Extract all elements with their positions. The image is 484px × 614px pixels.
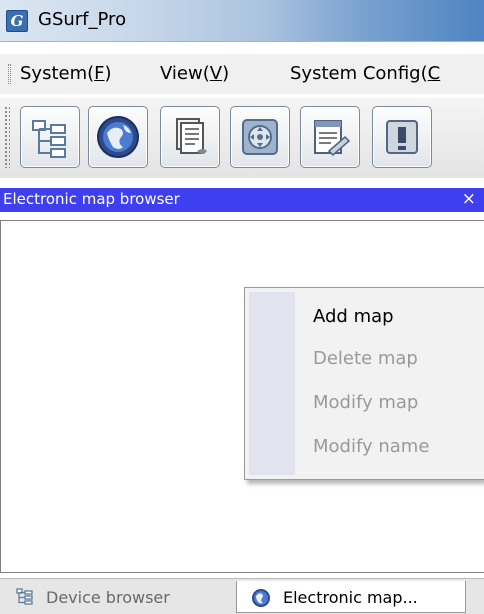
notepad-edit-icon (314, 120, 351, 157)
menu-view[interactable]: View(V) (160, 63, 229, 84)
ptz-control-icon (242, 119, 278, 155)
context-menu-icon-gutter (249, 292, 295, 475)
menu-system-suffix: ) (104, 63, 112, 84)
device-tree-icon (32, 120, 66, 158)
menu-system-config-label: System Config( (290, 63, 428, 84)
alarm-icon (386, 120, 418, 154)
delete-map-menu-item: Delete map (313, 348, 418, 369)
device-list-icon (176, 118, 207, 154)
menu-view-mnemonic: V (209, 63, 223, 84)
tab-electronic-map-label: Electronic map... (283, 588, 418, 607)
title-bar: G GSurf_Pro (0, 0, 484, 42)
menu-view-suffix: ) (222, 63, 230, 84)
add-map-menu-item[interactable]: Add map (313, 306, 394, 327)
tab-device-browser[interactable]: Device browser (6, 581, 234, 613)
globe-icon (252, 589, 270, 607)
panel-header: Electronic map browser × (0, 188, 484, 212)
notepad-edit-button[interactable] (300, 106, 360, 168)
tab-device-browser-label: Device browser (46, 588, 170, 607)
globe-button[interactable] (88, 106, 148, 168)
gsurf-app-icon[interactable]: G (6, 10, 28, 32)
bottom-tab-strip: Device browser Electronic map... (0, 578, 484, 614)
menu-system-config[interactable]: System Config(C (290, 63, 440, 84)
toolbar-grip[interactable] (4, 106, 10, 168)
toolbar (0, 98, 484, 178)
menu-bar: System(F) View(V) System Config(C (0, 54, 484, 94)
panel-title: Electronic map browser (3, 190, 180, 208)
menu-system-label: System( (20, 63, 95, 84)
menubar-grip[interactable] (8, 64, 11, 84)
globe-icon (97, 116, 139, 158)
menu-system[interactable]: System(F) (20, 63, 112, 84)
device-tree-icon (16, 588, 33, 605)
context-menu: Add map Delete map Modify map Modify nam… (244, 287, 484, 480)
window-title: GSurf_Pro (38, 9, 127, 30)
device-tree-button[interactable] (20, 106, 80, 168)
modify-map-menu-item: Modify map (313, 392, 419, 413)
menu-system-config-mnemonic: C (427, 63, 441, 84)
menu-view-label: View( (160, 63, 210, 84)
close-icon[interactable]: × (462, 189, 476, 209)
modify-name-menu-item: Modify name (313, 436, 430, 457)
ptz-control-button[interactable] (230, 106, 290, 168)
alarm-button[interactable] (372, 106, 432, 168)
menu-system-mnemonic: F (94, 63, 105, 84)
device-list-button[interactable] (160, 106, 220, 168)
tab-electronic-map[interactable]: Electronic map... (236, 581, 466, 613)
